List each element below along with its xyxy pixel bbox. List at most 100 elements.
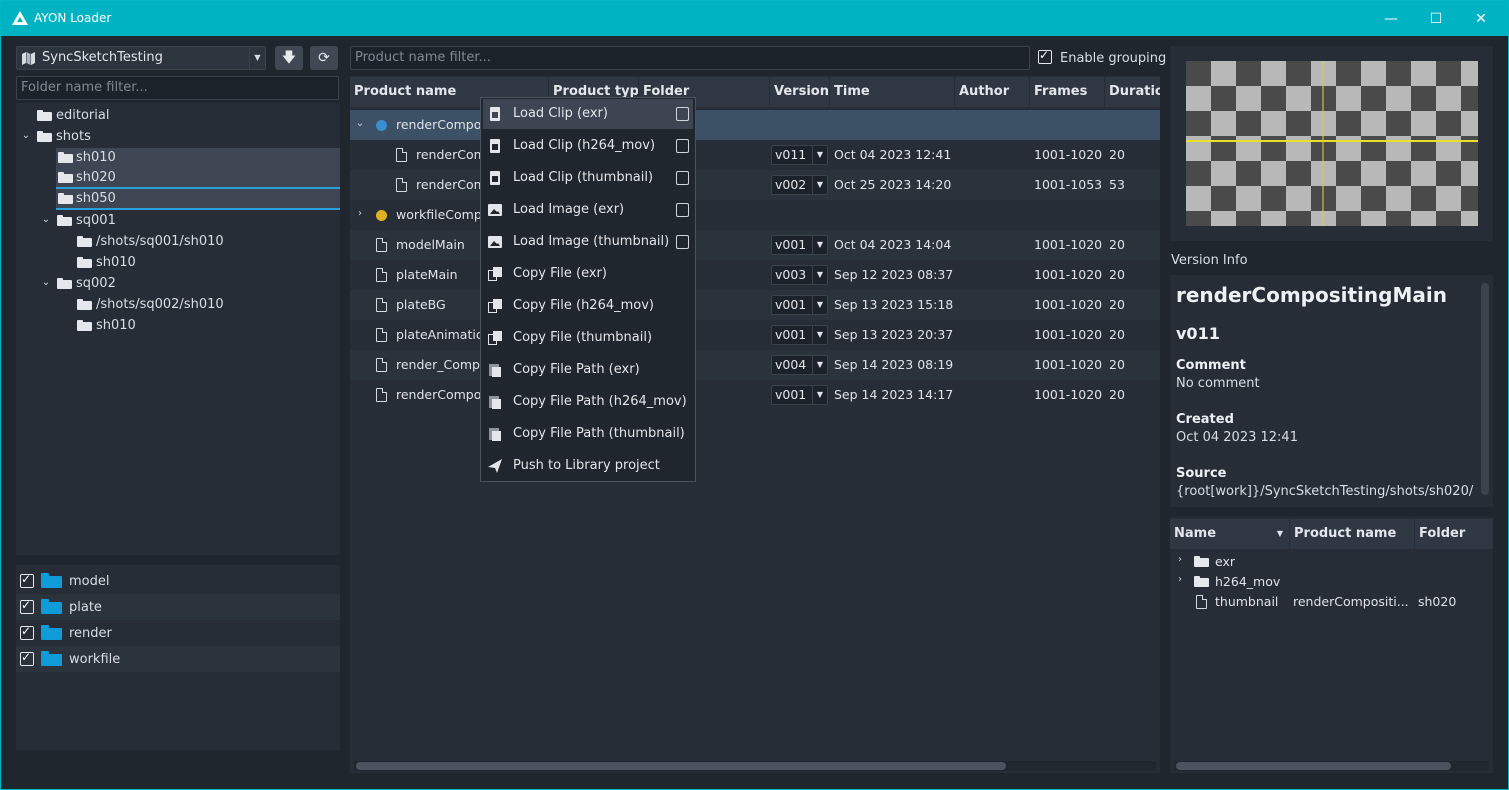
title-bar[interactable]: AYON Loader — ☐ ✕ — [1, 1, 1508, 36]
rep-row-exr[interactable]: › exr — [1170, 552, 1493, 572]
close-button[interactable]: ✕ — [1468, 7, 1494, 31]
column-author[interactable]: Author — [955, 77, 1030, 107]
menu-item-copy-file-thumbnail[interactable]: Copy File (thumbnail) — [483, 323, 693, 353]
duration-cell: 20 — [1109, 297, 1125, 312]
menu-item-copy-path-thumbnail[interactable]: Copy File Path (thumbnail) — [483, 419, 693, 449]
tree-item-sh010[interactable]: sh010 — [56, 148, 340, 168]
chevron-right-icon[interactable]: › — [1174, 574, 1186, 585]
version-selector[interactable]: v001 ▼ — [771, 295, 828, 315]
options-box-icon[interactable] — [676, 107, 689, 121]
tree-item-sh050[interactable]: sh050 — [56, 189, 340, 209]
menu-item-copy-path-h264[interactable]: Copy File Path (h264_mov) — [483, 387, 693, 417]
scrollbar-thumb[interactable] — [1176, 762, 1451, 770]
version-selector[interactable]: v001 ▼ — [771, 235, 828, 255]
menu-item-load-clip-h264[interactable]: Load Clip (h264_mov) — [483, 131, 693, 161]
chevron-down-icon: ▼ — [812, 176, 827, 194]
tree-item-sq002-sh010[interactable]: sh010 — [16, 316, 340, 336]
version-selector[interactable]: v002 ▼ — [771, 175, 828, 195]
tree-item-sq001-sh010-path[interactable]: /shots/sq001/sh010 — [16, 232, 340, 252]
project-selector[interactable]: SyncSketchTesting ▼ — [16, 46, 266, 70]
table-row[interactable]: plateMain v003 ▼ Sep 12 2023 08:37 1001-1… — [350, 260, 1160, 290]
version-selector[interactable]: v003 ▼ — [771, 265, 828, 285]
chevron-down-icon[interactable]: ⌄ — [20, 130, 32, 141]
rep-row-thumbnail[interactable]: thumbnail renderCompositi... sh020 — [1170, 592, 1493, 612]
table-row[interactable]: plateAnimatic v001 ▼ Sep 13 2023 20:37 10… — [350, 320, 1160, 350]
column-duration[interactable]: Duratio — [1105, 77, 1160, 107]
chevron-down-icon: ▼ — [812, 296, 827, 314]
options-box-icon[interactable] — [676, 171, 689, 185]
menu-item-copy-path-exr[interactable]: Copy File Path (exr) — [483, 355, 693, 385]
folder-filter-input[interactable]: Folder name filter... — [16, 76, 339, 100]
scrollbar-thumb[interactable] — [356, 762, 1006, 770]
options-box-icon[interactable] — [676, 139, 689, 153]
menu-item-copy-file-exr[interactable]: Copy File (exr) — [483, 259, 693, 289]
minimize-button[interactable]: — — [1378, 7, 1404, 31]
options-box-icon[interactable] — [676, 235, 689, 249]
options-box-icon[interactable] — [676, 203, 689, 217]
chevron-down-icon[interactable]: ⌄ — [40, 277, 52, 288]
column-folder[interactable]: Folder — [1415, 519, 1493, 549]
menu-item-copy-file-h264[interactable]: Copy File (h264_mov) — [483, 291, 693, 321]
horizontal-scrollbar[interactable] — [354, 761, 1156, 771]
menu-item-load-image-thumbnail[interactable]: Load Image (thumbnail) — [483, 227, 693, 257]
duration-cell: 20 — [1109, 267, 1125, 282]
table-row[interactable]: renderCom v011 ▼ Oct 04 2023 12:41 1001-1… — [350, 140, 1160, 170]
checkbox[interactable] — [20, 598, 34, 614]
table-row[interactable]: ⌄ renderCompo — [350, 110, 1160, 140]
rep-row-h264[interactable]: › h264_mov — [1170, 572, 1493, 592]
version-selector[interactable]: v001 ▼ — [771, 325, 828, 345]
menu-item-load-clip-exr[interactable]: Load Clip (exr) — [483, 99, 693, 129]
frames-cell: 1001-1020 — [1034, 357, 1103, 372]
tree-item-sq002[interactable]: ⌄ sq002 — [16, 274, 340, 294]
checkbox[interactable] — [20, 624, 34, 640]
table-row[interactable]: render_Compo v004 ▼ Sep 14 2023 08:19 100… — [350, 350, 1160, 380]
product-type-model[interactable]: model — [16, 568, 340, 594]
product-type-plate[interactable]: plate — [16, 594, 340, 620]
column-version[interactable]: Version — [770, 77, 830, 107]
download-button[interactable]: 🡇 — [275, 46, 303, 70]
version-value: v002 — [775, 177, 807, 192]
product-type-workfile[interactable]: workfile — [16, 646, 340, 672]
version-selector[interactable]: v001 ▼ — [771, 385, 828, 405]
product-type-label: model — [69, 574, 110, 589]
refresh-button[interactable]: ⟳ — [310, 46, 338, 70]
folder-icon — [77, 257, 92, 268]
menu-item-push-library[interactable]: Push to Library project — [483, 451, 693, 481]
tree-item-sq001[interactable]: ⌄ sq001 — [16, 211, 340, 231]
chevron-down-icon[interactable]: ▼ — [249, 47, 265, 69]
chevron-right-icon[interactable]: › — [354, 208, 366, 219]
chevron-down-icon[interactable]: ⌄ — [354, 118, 366, 129]
version-selector[interactable]: v004 ▼ — [771, 355, 828, 375]
copy-icon — [488, 331, 502, 345]
checkbox[interactable] — [20, 572, 34, 588]
product-filter-input[interactable]: Product name filter... — [350, 46, 1030, 70]
checkbox[interactable] — [1038, 48, 1052, 64]
table-row[interactable]: modelMain v001 ▼ Oct 04 2023 14:04 1001-1… — [350, 230, 1160, 260]
tree-item-shots[interactable]: ⌄ shots — [16, 127, 340, 147]
menu-item-load-image-exr[interactable]: Load Image (exr) — [483, 195, 693, 225]
horizontal-scrollbar[interactable] — [1174, 761, 1489, 771]
column-time[interactable]: Time — [830, 77, 955, 107]
column-frames[interactable]: Frames — [1030, 77, 1105, 107]
file-icon — [376, 388, 387, 402]
table-row[interactable]: renderCompo v001 ▼ Sep 14 2023 14:17 1001… — [350, 380, 1160, 410]
vertical-scrollbar[interactable] — [1481, 283, 1489, 495]
column-name[interactable]: Name ▼ — [1170, 519, 1290, 549]
tree-item-sq002-sh010-path[interactable]: /shots/sq002/sh010 — [16, 295, 340, 315]
menu-item-load-clip-thumbnail[interactable]: Load Clip (thumbnail) — [483, 163, 693, 193]
table-row[interactable]: renderCom v002 ▼ Oct 25 2023 14:20 1001-1… — [350, 170, 1160, 200]
table-row[interactable]: plateBG v001 ▼ Sep 13 2023 15:18 1001-102… — [350, 290, 1160, 320]
column-product-name[interactable]: Product name — [1290, 519, 1415, 549]
enable-grouping-toggle[interactable]: Enable grouping — [1038, 48, 1166, 69]
chevron-right-icon[interactable]: › — [1174, 554, 1186, 565]
tree-item-sh020[interactable]: sh020 — [56, 168, 340, 188]
tree-item-sq001-sh010[interactable]: sh010 — [16, 253, 340, 273]
chevron-down-icon: ▼ — [812, 356, 827, 374]
maximize-button[interactable]: ☐ — [1423, 7, 1449, 31]
product-type-render[interactable]: render — [16, 620, 340, 646]
version-selector[interactable]: v011 ▼ — [771, 145, 828, 165]
chevron-down-icon[interactable]: ⌄ — [40, 214, 52, 225]
checkbox[interactable] — [20, 650, 34, 666]
tree-item-editorial[interactable]: editorial — [16, 106, 340, 126]
table-row[interactable]: › workfileComp — [350, 200, 1160, 230]
